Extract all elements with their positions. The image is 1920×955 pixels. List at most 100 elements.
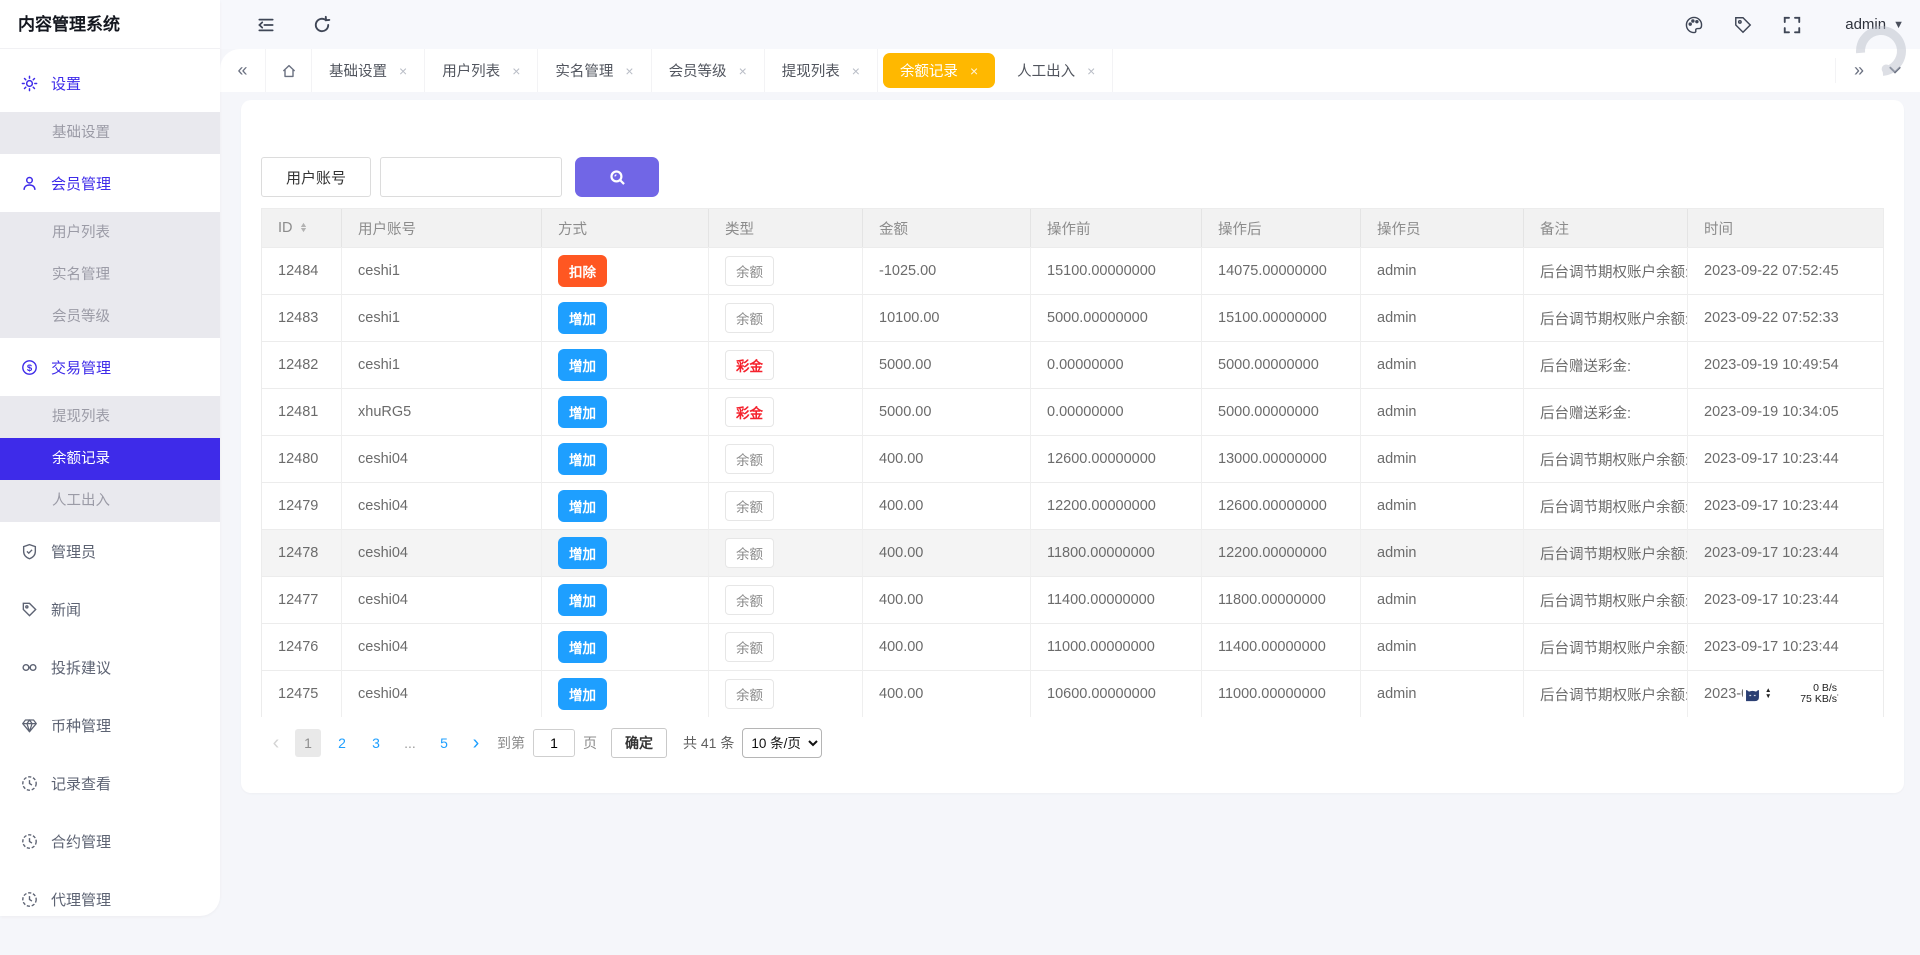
theme-palette-icon[interactable] <box>1684 15 1703 34</box>
add-button[interactable]: 增加 <box>558 584 607 616</box>
close-tab-icon[interactable]: × <box>739 63 747 79</box>
tab-用户列表[interactable]: 用户列表 × <box>425 49 539 92</box>
tabs-scroll-left-icon[interactable]: « <box>220 49 266 92</box>
tab-会员等级[interactable]: 会员等级 × <box>652 49 765 92</box>
sidebar-item-实名管理[interactable]: 实名管理 <box>0 254 220 296</box>
tab-余额记录[interactable]: 余额记录 × <box>882 53 996 88</box>
type-badge: 余额 <box>725 491 774 521</box>
sidebar-group-新闻[interactable]: 新闻 <box>0 580 220 638</box>
add-button[interactable]: 增加 <box>558 349 607 381</box>
sidebar: 内容管理系统 设置 基础设置 会员管理 用户列表 实名管理 会员等级 $ 交易管理 提现列表 余额… <box>0 0 220 916</box>
sidebar-group-记录查看[interactable]: 记录查看 <box>0 754 220 812</box>
sidebar-group-label: 设置 <box>51 75 82 93</box>
sidebar-group-币种管理[interactable]: 币种管理 <box>0 696 220 754</box>
add-button[interactable]: 增加 <box>558 631 607 663</box>
close-tab-icon[interactable]: × <box>625 63 633 79</box>
cell-time: 2023-09-19 10:34:05 <box>1688 388 1883 435</box>
page-button-1[interactable]: 1 <box>295 729 321 757</box>
page-button-5[interactable]: 5 <box>431 729 457 757</box>
table-row: 12482 ceshi1 增加 彩金 5000.00 0.00000000 5000.000… <box>262 341 1883 388</box>
next-page-button[interactable]: › <box>461 733 491 753</box>
cell-before: 0.00000000 <box>1031 388 1202 435</box>
tab-提现列表[interactable]: 提现列表 × <box>765 49 878 92</box>
cell-time: 2023-09-19 10:49:54 <box>1688 341 1883 388</box>
cell-amount: 400.00 <box>863 435 1031 482</box>
cell-before: 12600.00000000 <box>1031 435 1202 482</box>
cell-amount: 5000.00 <box>863 341 1031 388</box>
table-row: 12480 ceshi04 增加 余额 400.00 12600.00000000 1300… <box>262 435 1883 482</box>
sidebar-group-设置[interactable]: 设置 <box>0 54 220 112</box>
tag-icon[interactable] <box>1733 15 1752 34</box>
goto-page-input[interactable] <box>533 729 575 757</box>
search-field-selector[interactable]: 用户账号 <box>261 157 371 197</box>
type-badge: 余额 <box>725 585 774 615</box>
cell-after: 14075.00000000 <box>1202 247 1361 294</box>
pagination: ‹ 123... 5 › 到第 页 确定 共 41 条 10 条/页 <box>261 717 1884 769</box>
coin-icon: $ <box>21 359 38 376</box>
type-badge: 余额 <box>725 632 774 662</box>
cell-id: 12477 <box>262 576 342 623</box>
page-button-2[interactable]: 2 <box>329 729 355 757</box>
close-tab-icon[interactable]: × <box>852 63 860 79</box>
cell-operator: admin <box>1361 670 1524 717</box>
cell-before: 10600.00000000 <box>1031 670 1202 717</box>
download-speed: 75 KB/s <box>1800 693 1837 705</box>
add-button[interactable]: 增加 <box>558 490 607 522</box>
page-size-select[interactable]: 10 条/页 <box>742 728 823 758</box>
search-input[interactable] <box>380 157 562 197</box>
close-tab-icon[interactable]: × <box>970 63 978 79</box>
cell-operator: admin <box>1361 482 1524 529</box>
cell-after: 5000.00000000 <box>1202 341 1361 388</box>
clock-icon <box>21 775 38 792</box>
sidebar-item-会员等级[interactable]: 会员等级 <box>0 296 220 338</box>
sidebar-group-合约管理[interactable]: 合约管理 <box>0 812 220 870</box>
tabbar: « 基础设置 × 用户列表 × 实名管理 × 会员等级 × 提现列表 × 余额记录 × 人工出入 × » <box>220 49 1920 92</box>
fullscreen-icon[interactable] <box>1782 15 1801 34</box>
sidebar-item-人工出入[interactable]: 人工出入 <box>0 480 220 522</box>
close-tab-icon[interactable]: × <box>512 63 520 79</box>
add-button[interactable]: 增加 <box>558 678 607 710</box>
cell-before: 0.00000000 <box>1031 341 1202 388</box>
cell-account: ceshi04 <box>342 576 542 623</box>
sidebar-group-会员管理[interactable]: 会员管理 <box>0 154 220 212</box>
sidebar-item-基础设置[interactable]: 基础设置 <box>0 112 220 154</box>
sort-icon[interactable]: ▲ ▼ <box>298 222 307 234</box>
type-badge: 彩金 <box>725 397 774 427</box>
cell-after: 11800.00000000 <box>1202 576 1361 623</box>
column-header-用户账号: 用户账号 <box>342 209 542 247</box>
home-tab-icon[interactable] <box>266 49 312 92</box>
sidebar-group-管理员[interactable]: 管理员 <box>0 522 220 580</box>
goto-label: 到第 <box>497 735 525 751</box>
add-button[interactable]: 增加 <box>558 537 607 569</box>
tab-实名管理[interactable]: 实名管理 × <box>538 49 652 92</box>
refresh-icon[interactable] <box>312 15 332 35</box>
cell-method: 增加 <box>542 294 709 341</box>
confirm-page-button[interactable]: 确定 <box>611 728 667 758</box>
collapse-sidebar-icon[interactable] <box>256 15 276 35</box>
sidebar-item-用户列表[interactable]: 用户列表 <box>0 212 220 254</box>
add-button[interactable]: 增加 <box>558 302 607 334</box>
close-tab-icon[interactable]: × <box>399 63 407 79</box>
sidebar-group-代理管理[interactable]: 代理管理 <box>0 870 220 928</box>
cell-operator: admin <box>1361 576 1524 623</box>
cell-after: 15100.00000000 <box>1202 294 1361 341</box>
column-header-ID[interactable]: ID ▲ ▼ <box>262 209 342 247</box>
tab-人工出入[interactable]: 人工出入 × <box>1000 49 1114 92</box>
up-down-arrows-icon: ▲ ▼ <box>1765 687 1772 700</box>
add-button[interactable]: 增加 <box>558 443 607 475</box>
sidebar-group-交易管理[interactable]: $ 交易管理 <box>0 338 220 396</box>
sidebar-item-余额记录[interactable]: 余额记录 <box>0 438 220 480</box>
cell-remark: 后台调节期权账户余额: <box>1524 435 1688 482</box>
sidebar-item-提现列表[interactable]: 提现列表 <box>0 396 220 438</box>
page-button-3[interactable]: 3 <box>363 729 389 757</box>
deduct-button[interactable]: 扣除 <box>558 255 607 287</box>
close-tab-icon[interactable]: × <box>1087 63 1095 79</box>
add-button[interactable]: 增加 <box>558 396 607 428</box>
search-button[interactable] <box>575 157 659 197</box>
cell-before: 15100.00000000 <box>1031 247 1202 294</box>
prev-page-button[interactable]: ‹ <box>261 733 291 753</box>
sidebar-group-label: 会员管理 <box>51 175 112 193</box>
sidebar-group-label: 交易管理 <box>51 359 112 377</box>
sidebar-group-投拆建议[interactable]: 投拆建议 <box>0 638 220 696</box>
tab-基础设置[interactable]: 基础设置 × <box>312 49 426 92</box>
